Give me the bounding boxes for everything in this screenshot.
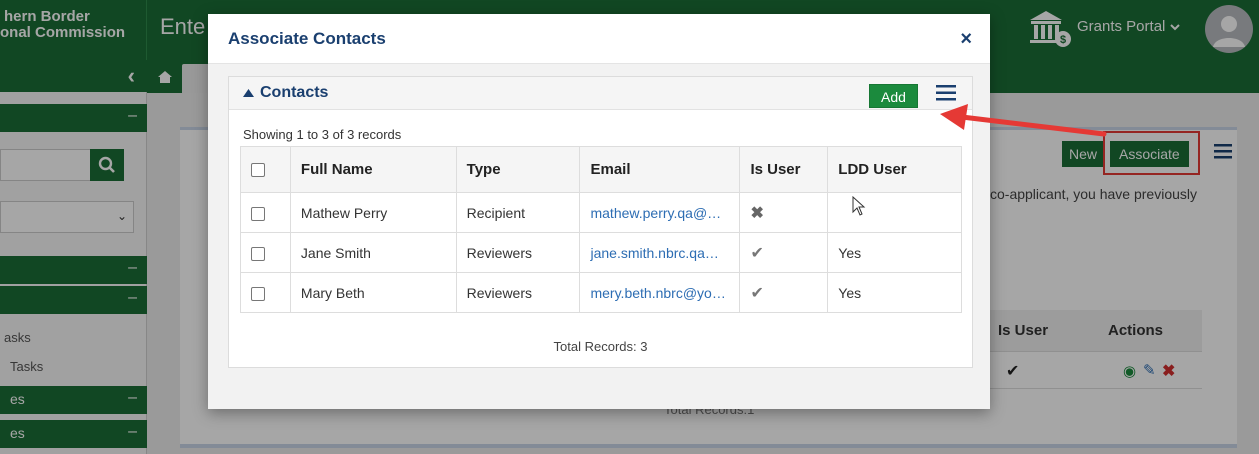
cell-is-user: ✖ [739,192,829,233]
modal-title: Associate Contacts [228,29,386,48]
check-icon: ✔ [750,284,764,302]
col-email[interactable]: Email [579,146,741,193]
cross-icon: ✖ [750,204,764,222]
add-button[interactable]: Add [869,84,918,108]
col-is-user[interactable]: Is User [739,146,829,193]
cell-is-user: ✔ [739,272,829,313]
modal-header: Associate Contacts × [208,14,990,64]
row-select-cell [240,272,291,313]
cell-ldd-user: Yes [827,232,962,273]
col-full-name[interactable]: Full Name [289,146,457,193]
cell-email-link[interactable]: mathew.perry.qa@… [579,192,741,233]
cell-type: Recipient [455,192,581,233]
total-records: Total Records: 3 [553,339,648,354]
row-select-cell [240,232,291,273]
table-row: Mary Beth Reviewers mery.beth.nbrc@yo… ✔… [240,272,962,313]
contacts-panel: Contacts Add Showing 1 to 3 of 3 records… [228,76,973,368]
cell-full-name: Mary Beth [289,272,457,313]
col-ldd-user[interactable]: LDD User [827,146,962,193]
menu-icon[interactable] [936,84,956,101]
contacts-panel-toggle[interactable]: Contacts [243,84,328,102]
caret-up-icon [243,89,254,97]
table-header-row: Full Name Type Email Is User LDD User [240,146,962,193]
close-icon[interactable]: × [960,28,972,51]
cell-full-name: Mathew Perry [289,192,457,233]
select-all-checkbox[interactable] [251,163,265,178]
check-icon: ✔ [750,244,764,262]
cell-ldd-user [827,192,962,233]
cell-email-link[interactable]: jane.smith.nbrc.qa… [579,232,741,273]
cell-is-user: ✔ [739,232,829,273]
cell-type: Reviewers [455,272,581,313]
cell-email-link[interactable]: mery.beth.nbrc@yo… [579,272,741,313]
row-checkbox[interactable] [251,246,265,261]
contacts-panel-title: Contacts [260,84,329,101]
contacts-panel-header: Contacts Add [229,77,972,110]
row-checkbox[interactable] [251,206,265,221]
contacts-table: Full Name Type Email Is User LDD User Ma… [240,146,962,313]
select-all-cell [240,146,291,193]
table-row: Jane Smith Reviewers jane.smith.nbrc.qa…… [240,232,962,273]
row-select-cell [240,192,291,233]
cell-full-name: Jane Smith [289,232,457,273]
modal-body: Contacts Add Showing 1 to 3 of 3 records… [208,64,990,409]
cell-type: Reviewers [455,232,581,273]
mouse-cursor-icon [852,196,866,216]
row-checkbox[interactable] [251,286,265,301]
cell-ldd-user: Yes [827,272,962,313]
col-type[interactable]: Type [455,146,581,193]
records-summary: Showing 1 to 3 of 3 records [243,127,402,142]
associate-contacts-modal: Associate Contacts × Contacts Add Showin… [208,14,990,409]
